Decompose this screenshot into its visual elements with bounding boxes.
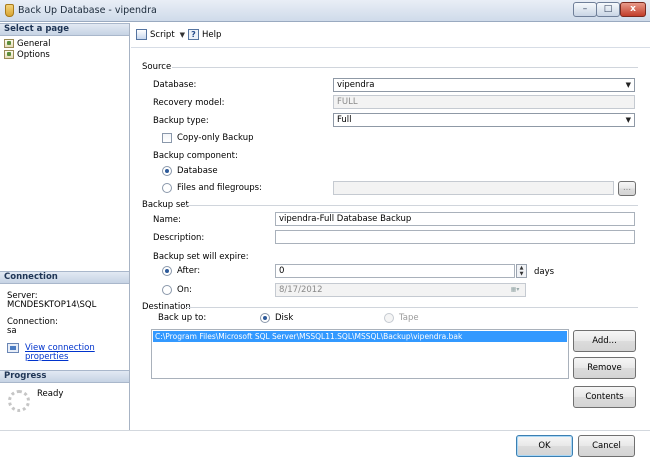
days-label: days	[534, 267, 555, 277]
progress-header: Progress	[0, 370, 129, 383]
name-label: Name:	[153, 215, 181, 225]
filegroups-field	[333, 181, 614, 195]
properties-icon	[7, 343, 19, 353]
expire-after-radio[interactable]	[162, 266, 172, 276]
expire-date-field: 8/17/2012	[275, 283, 526, 297]
chevron-down-icon[interactable]: ▼	[180, 31, 185, 39]
database-label: Database:	[153, 80, 197, 90]
page-item-label: General	[17, 38, 51, 49]
connection-header: Connection	[0, 271, 129, 284]
minimize-button[interactable]: –	[573, 2, 597, 17]
database-select-value: vipendra	[337, 80, 375, 90]
chevron-down-icon: ▼	[625, 81, 631, 89]
backup-component-label: Backup component:	[153, 151, 238, 161]
add-button[interactable]: Add...	[573, 330, 636, 352]
browse-filegroups-button[interactable]: ...	[618, 181, 636, 196]
chevron-down-icon: ▼	[625, 116, 631, 124]
connection-value: sa	[7, 326, 17, 336]
destination-divider	[185, 307, 638, 308]
maximize-button[interactable]: □	[596, 2, 620, 17]
backup-type-select-value: Full	[337, 115, 352, 125]
expire-label: Backup set will expire:	[153, 252, 249, 262]
title-bar: Back Up Database - vipendra – □ x	[0, 0, 650, 22]
description-label: Description:	[153, 233, 205, 243]
progress-spinner-icon	[8, 390, 30, 412]
backup-type-select[interactable]: Full ▼	[333, 113, 635, 127]
expire-days-field[interactable]: 0	[275, 264, 515, 278]
server-value: MCNDESKTOP14\SQL	[7, 300, 97, 310]
description-field[interactable]	[275, 230, 635, 244]
cancel-button[interactable]: Cancel	[578, 435, 635, 457]
recovery-model-field: FULL	[333, 95, 635, 109]
progress-status: Ready	[37, 389, 64, 399]
calendar-dropdown-icon: ▦▾	[510, 286, 520, 293]
help-label: Help	[202, 29, 222, 40]
tape-radio	[384, 313, 394, 323]
view-connection-properties-link[interactable]: View connection properties	[25, 344, 129, 362]
page-icon	[4, 39, 14, 48]
script-button[interactable]: Script ▼	[136, 29, 185, 40]
script-icon	[136, 29, 147, 40]
component-database-radio[interactable]	[162, 166, 172, 176]
close-button[interactable]: x	[620, 2, 646, 17]
recovery-model-label: Recovery model:	[153, 98, 225, 108]
source-divider	[172, 67, 638, 68]
script-label: Script	[150, 29, 175, 40]
ok-button[interactable]: OK	[516, 435, 573, 457]
disk-label: Disk	[275, 313, 294, 323]
expire-on-label: On:	[177, 285, 192, 295]
copy-only-label: Copy-only Backup	[177, 133, 254, 143]
back-up-to-label: Back up to:	[158, 313, 207, 323]
list-item[interactable]: C:\Program Files\Microsoft SQL Server\MS…	[153, 331, 567, 342]
remove-button[interactable]: Remove	[573, 357, 636, 379]
database-select[interactable]: vipendra ▼	[333, 78, 635, 92]
backup-set-section-label: Backup set	[142, 200, 189, 210]
toolbar: Script ▼ ? Help	[131, 23, 650, 48]
help-button[interactable]: ? Help	[188, 29, 221, 40]
destination-section-label: Destination	[142, 302, 191, 312]
expire-after-label: After:	[177, 266, 201, 276]
expire-on-radio[interactable]	[162, 285, 172, 295]
backup-name-field[interactable]: vipendra-Full Database Backup	[275, 212, 635, 226]
left-pane: Select a page General Options Connection…	[0, 23, 130, 462]
page-item-label: Options	[17, 49, 50, 60]
source-section-label: Source	[142, 62, 172, 72]
component-files-label: Files and filegroups:	[177, 183, 262, 193]
copy-only-checkbox[interactable]	[162, 133, 172, 143]
component-files-radio[interactable]	[162, 183, 172, 193]
select-page-header: Select a page	[0, 23, 129, 36]
page-item-general[interactable]: General	[4, 38, 51, 49]
contents-button[interactable]: Contents	[573, 386, 636, 408]
disk-radio[interactable]	[260, 313, 270, 323]
help-icon: ?	[188, 29, 199, 40]
database-icon	[5, 4, 14, 17]
destination-list[interactable]: C:\Program Files\Microsoft SQL Server\MS…	[151, 329, 569, 379]
backup-set-divider	[185, 205, 638, 206]
days-spinner[interactable]: ▲ ▼	[516, 264, 527, 278]
page-icon	[4, 50, 14, 59]
tape-label: Tape	[399, 313, 419, 323]
component-database-label: Database	[177, 166, 218, 176]
page-item-options[interactable]: Options	[4, 49, 50, 60]
window-title: Back Up Database - vipendra	[18, 5, 157, 16]
backup-type-label: Backup type:	[153, 116, 209, 126]
